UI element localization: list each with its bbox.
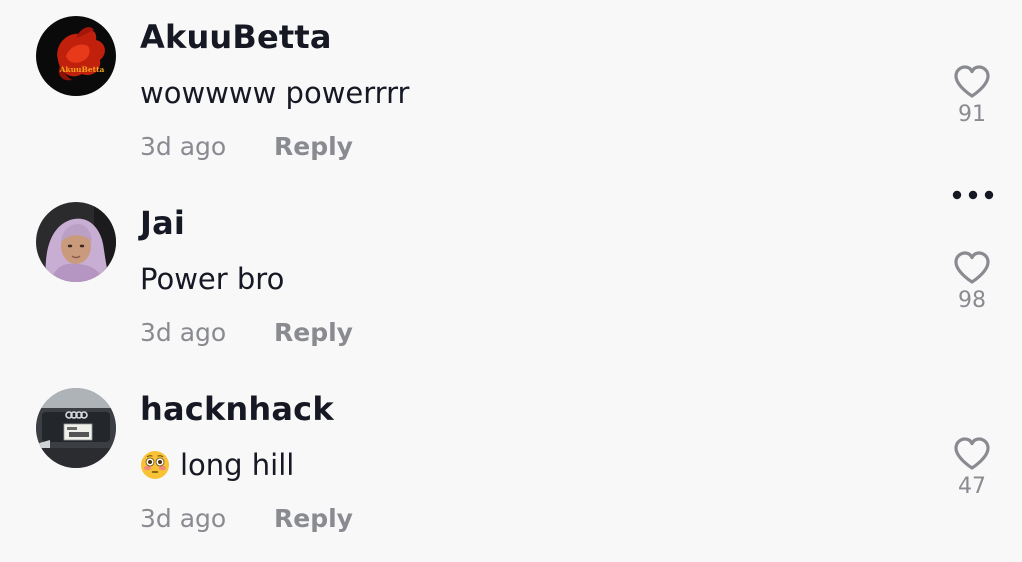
heart-outline-icon bbox=[954, 65, 990, 98]
reply-button[interactable]: Reply bbox=[274, 504, 353, 533]
comment-timestamp: 3d ago bbox=[140, 504, 227, 533]
comment-item: AkuuBetta AkuuBetta wowwww powerrrr 3d a… bbox=[0, 0, 1022, 186]
comment-text-content: long hill bbox=[180, 448, 295, 482]
comment-text: long hill bbox=[140, 448, 294, 482]
flushed-face-emoji-icon bbox=[140, 450, 170, 480]
comment-item: hacknhack long hill 3d ago Reply 47 bbox=[0, 372, 1022, 558]
comment-list: AkuuBetta AkuuBetta wowwww powerrrr 3d a… bbox=[0, 0, 1022, 562]
avatar-car-image bbox=[36, 388, 116, 468]
like-count: 98 bbox=[958, 288, 986, 313]
comment-text: wowwww powerrrr bbox=[140, 76, 409, 110]
like-button[interactable]: 98 bbox=[948, 248, 996, 313]
comment-username[interactable]: Jai bbox=[140, 204, 185, 242]
comment-text: Power bro bbox=[140, 262, 284, 296]
like-button[interactable]: 47 bbox=[948, 434, 996, 499]
like-count: 47 bbox=[958, 474, 986, 499]
avatar-logo-text: AkuuBetta bbox=[59, 65, 105, 74]
comment-item: Jai Power bro 3d ago Reply 98 bbox=[0, 186, 1022, 372]
reply-button[interactable]: Reply bbox=[274, 318, 353, 347]
comment-username[interactable]: AkuuBetta bbox=[140, 18, 332, 56]
comment-text-content: Power bro bbox=[140, 262, 285, 296]
avatar-betta-image: AkuuBetta bbox=[36, 16, 116, 96]
avatar[interactable] bbox=[36, 202, 116, 282]
reply-button[interactable]: Reply bbox=[274, 132, 353, 161]
more-horizontal-icon bbox=[952, 190, 994, 200]
heart-outline-icon bbox=[954, 437, 990, 470]
more-options-button[interactable] bbox=[950, 188, 996, 202]
comment-timestamp: 3d ago bbox=[140, 318, 227, 347]
like-button[interactable]: 91 bbox=[948, 62, 996, 127]
comment-username[interactable]: hacknhack bbox=[140, 390, 334, 428]
avatar[interactable]: AkuuBetta bbox=[36, 16, 116, 96]
heart-outline-icon bbox=[954, 251, 990, 284]
avatar-person-image bbox=[36, 202, 116, 282]
comment-timestamp: 3d ago bbox=[140, 132, 227, 161]
like-count: 91 bbox=[958, 102, 986, 127]
comment-text-content: wowwww powerrrr bbox=[140, 76, 410, 110]
avatar[interactable] bbox=[36, 388, 116, 468]
